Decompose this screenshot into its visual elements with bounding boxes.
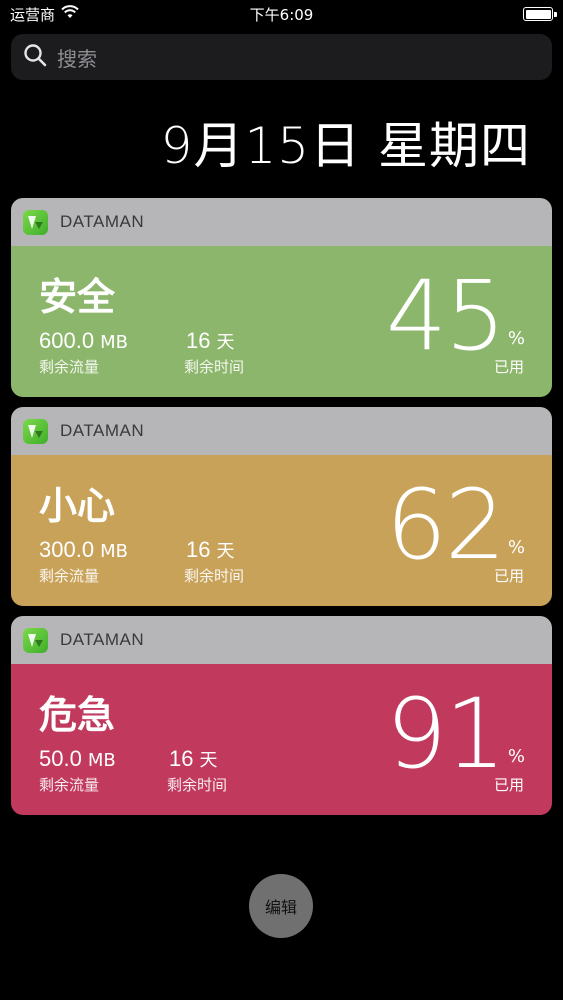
used-percent: 45 <box>385 260 506 372</box>
search-icon <box>23 43 47 71</box>
widget-body: 小心 300.0 MB 剩余流量 16 天 剩余时间 62 % 已用 <box>11 455 552 606</box>
remaining-data-number: 50.0 <box>39 746 82 771</box>
search-placeholder: 搜索 <box>57 46 97 71</box>
remaining-days-number: 16 <box>186 537 211 562</box>
date-heading: 9月15日 星期四 <box>160 117 531 175</box>
dataman-widget-caution[interactable]: DATAMAN 小心 300.0 MB 剩余流量 16 天 剩余时间 62 % 已用 <box>11 407 552 606</box>
status-time: 下午6:09 <box>249 5 314 24</box>
used-label: 已用 <box>493 567 524 585</box>
percent-sign: % <box>507 537 525 558</box>
remaining-data-label: 剩余流量 <box>39 776 100 794</box>
data-unit: MB <box>87 750 116 771</box>
remaining-days-value: 16 天 <box>186 328 234 354</box>
widget-header: DATAMAN <box>11 198 552 246</box>
widget-body: 危急 50.0 MB 剩余流量 16 天 剩余时间 91 % 已用 <box>11 664 552 815</box>
data-unit: MB <box>100 541 128 562</box>
used-label: 已用 <box>493 358 524 376</box>
days-unit: 天 <box>216 541 235 562</box>
app-name: DATAMAN <box>60 212 145 231</box>
remaining-data-value: 50.0 MB <box>39 746 116 772</box>
dataman-app-icon <box>23 418 48 444</box>
percent-sign: % <box>507 746 525 767</box>
remaining-time-label: 剩余时间 <box>184 567 245 585</box>
remaining-days-value: 16 天 <box>169 746 217 772</box>
status-title: 小心 <box>39 484 116 528</box>
remaining-data-number: 600.0 <box>39 328 95 353</box>
widget-header: DATAMAN <box>11 616 552 664</box>
dataman-app-icon <box>23 209 48 235</box>
edit-button[interactable]: 编辑 <box>249 874 313 938</box>
used-percent: 62 <box>385 469 506 581</box>
remaining-data-label: 剩余流量 <box>39 358 100 376</box>
app-name: DATAMAN <box>60 421 145 440</box>
remaining-time-label: 剩余时间 <box>184 358 245 376</box>
remaining-time-label: 剩余时间 <box>167 776 228 794</box>
days-unit: 天 <box>216 332 235 353</box>
remaining-data-value: 600.0 MB <box>39 328 128 354</box>
days-unit: 天 <box>199 750 218 771</box>
status-title: 危急 <box>39 693 116 737</box>
widget-header: DATAMAN <box>11 407 552 455</box>
remaining-days-number: 16 <box>169 746 194 771</box>
dataman-app-icon <box>23 627 48 653</box>
remaining-days-value: 16 天 <box>186 537 234 563</box>
app-name: DATAMAN <box>60 630 145 649</box>
remaining-data-number: 300.0 <box>39 537 95 562</box>
search-bar[interactable]: 搜索 <box>11 34 552 80</box>
carrier-label: 运营商 <box>10 5 56 24</box>
wifi-icon <box>61 5 79 23</box>
remaining-days-number: 16 <box>186 328 211 353</box>
status-bar: 运营商 下午6:09 <box>0 0 563 28</box>
dataman-widget-danger[interactable]: DATAMAN 危急 50.0 MB 剩余流量 16 天 剩余时间 91 % 已用 <box>11 616 552 815</box>
data-unit: MB <box>100 332 128 353</box>
dataman-widget-safe[interactable]: DATAMAN 安全 600.0 MB 剩余流量 16 天 剩余时间 45 % 已用 <box>11 198 552 397</box>
used-percent: 91 <box>385 678 506 790</box>
widget-body: 安全 600.0 MB 剩余流量 16 天 剩余时间 45 % 已用 <box>11 246 552 397</box>
status-left: 运营商 <box>10 4 79 25</box>
remaining-data-value: 300.0 MB <box>39 537 128 563</box>
battery-icon <box>523 7 557 21</box>
used-label: 已用 <box>493 776 524 794</box>
status-title: 安全 <box>39 275 116 319</box>
percent-sign: % <box>507 328 525 349</box>
remaining-data-label: 剩余流量 <box>39 567 100 585</box>
